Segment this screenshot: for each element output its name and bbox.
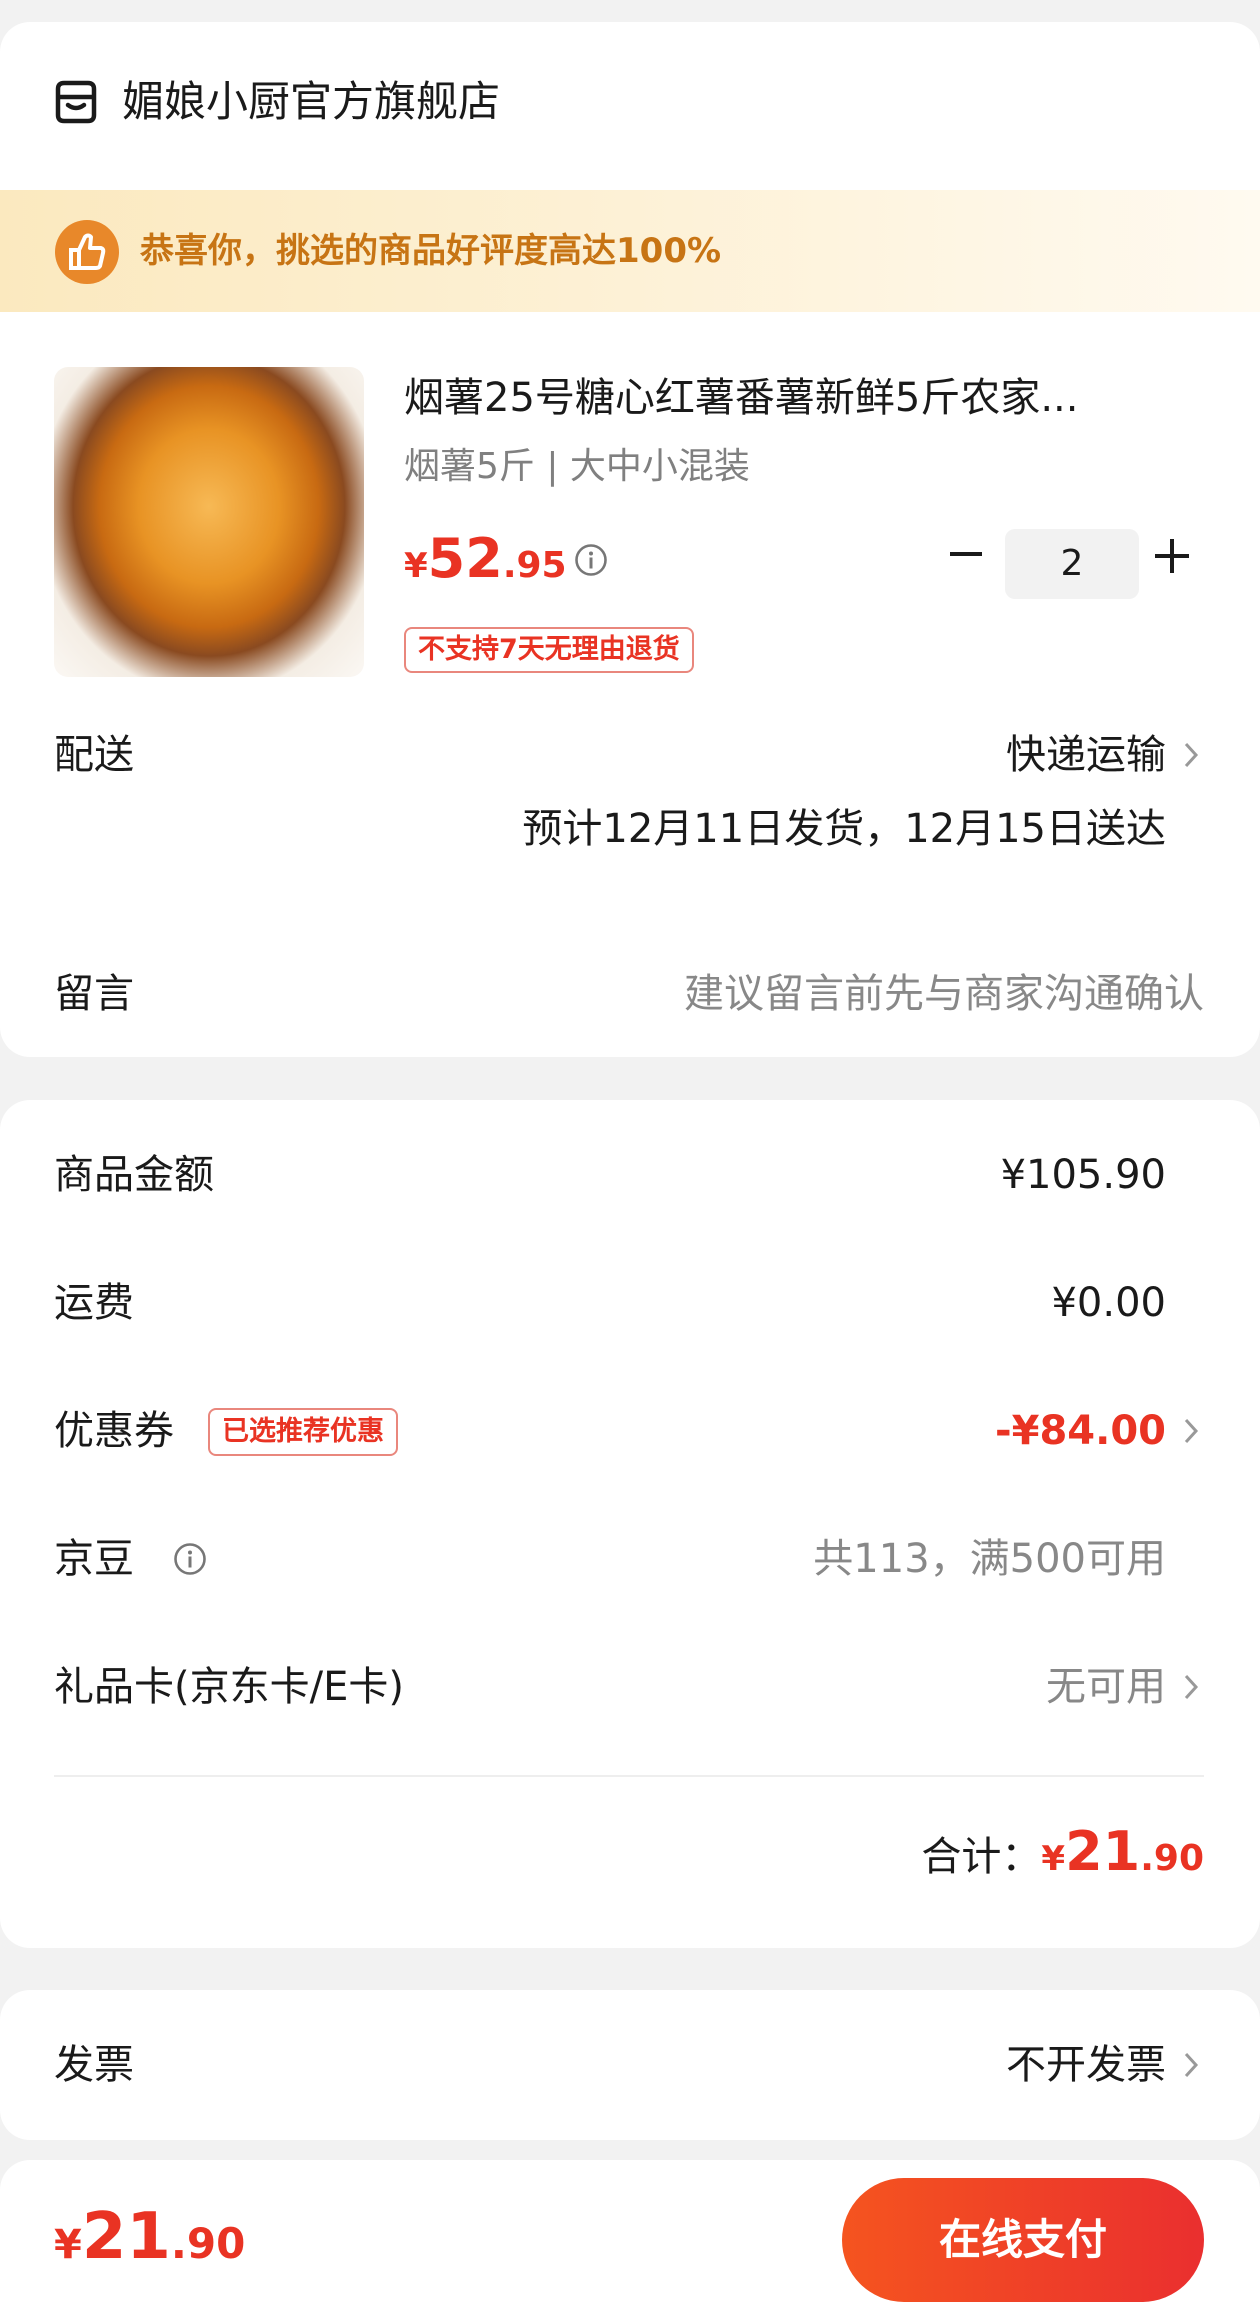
invoice-label: 发票 [54,2042,134,2088]
rating-banner-text: 恭喜你，挑选的商品好评度高达100% [140,231,722,271]
invoice-value[interactable]: 不开发票 [1006,2038,1166,2092]
coupon-recommended-badge: 已选推荐优惠 [208,1408,398,1456]
product-spec[interactable]: 烟薯5斤 | 大中小混装 [404,442,750,492]
chevron-right-icon[interactable] [1182,738,1202,772]
coupon-label: 优惠券 [54,1408,174,1454]
rating-banner: 恭喜你，挑选的商品好评度高达100% [0,190,1260,312]
price-info-icon[interactable] [574,543,608,577]
bottom-total: ¥21.90 [54,2200,245,2274]
order-total: 合计：¥21.90 [921,1820,1204,1884]
chevron-right-icon[interactable] [1182,2048,1202,2082]
price-integer: 52 [427,527,503,590]
invoice-card[interactable]: 发票 不开发票 [0,1990,1260,2140]
chevron-right-icon[interactable] [1182,1670,1202,1704]
goods-amount-label: 商品金额 [54,1152,214,1198]
thumbs-up-icon [55,220,119,284]
quantity-increase-button[interactable] [1155,539,1189,573]
quantity-input[interactable]: 2 [1005,529,1139,599]
jingdou-value: 共113，满500可用 [813,1536,1166,1582]
summary-divider [54,1775,1204,1777]
price-decimal: .95 [502,545,567,586]
jingdou-label: 京豆 [54,1536,134,1582]
product-title[interactable]: 烟薯25号糖心红薯番薯新鲜5斤农家... [404,370,1204,426]
delivery-eta: 预计12月11日发货，12月15日送达 [522,806,1166,852]
pay-online-button[interactable]: 在线支付 [842,2178,1204,2302]
price-symbol: ¥ [404,546,428,586]
store-order-card: 媚娘小厨官方旗舰店 恭喜你，挑选的商品好评度高达100% 烟薯25号糖心红薯番薯… [0,22,1260,1057]
store-icon [55,80,97,124]
total-label: 合计： [921,1834,1042,1880]
shipping-fee-value: ¥0.00 [1051,1280,1166,1326]
goods-amount-value: ¥105.90 [1000,1152,1166,1198]
bottom-total-integer: 21 [81,2200,171,2274]
quantity-decrease-button[interactable] [950,552,982,556]
delivery-label: 配送 [54,732,134,778]
giftcard-label: 礼品卡(京东卡/E卡) [54,1664,404,1710]
chevron-right-icon[interactable] [1182,1414,1202,1448]
bottom-total-symbol: ¥ [54,2222,82,2268]
total-symbol: ¥ [1041,1839,1066,1879]
product-price: ¥52.95 [404,527,567,590]
jingdou-info-icon[interactable] [173,1542,207,1576]
total-integer: 21 [1065,1820,1141,1883]
message-input[interactable]: 建议留言前先与商家沟通确认 [684,967,1204,1021]
shipping-fee-label: 运费 [54,1280,134,1326]
total-decimal: .90 [1140,1838,1204,1879]
bottom-total-decimal: .90 [170,2219,246,2268]
message-label: 留言 [54,971,134,1017]
delivery-method[interactable]: 快递运输 [1006,728,1166,782]
coupon-value[interactable]: -¥84.00 [995,1404,1166,1458]
return-policy-badge: 不支持7天无理由退货 [404,627,694,673]
product-image[interactable] [54,367,364,677]
store-name[interactable]: 媚娘小厨官方旗舰店 [122,74,500,130]
giftcard-value[interactable]: 无可用 [1046,1660,1166,1714]
